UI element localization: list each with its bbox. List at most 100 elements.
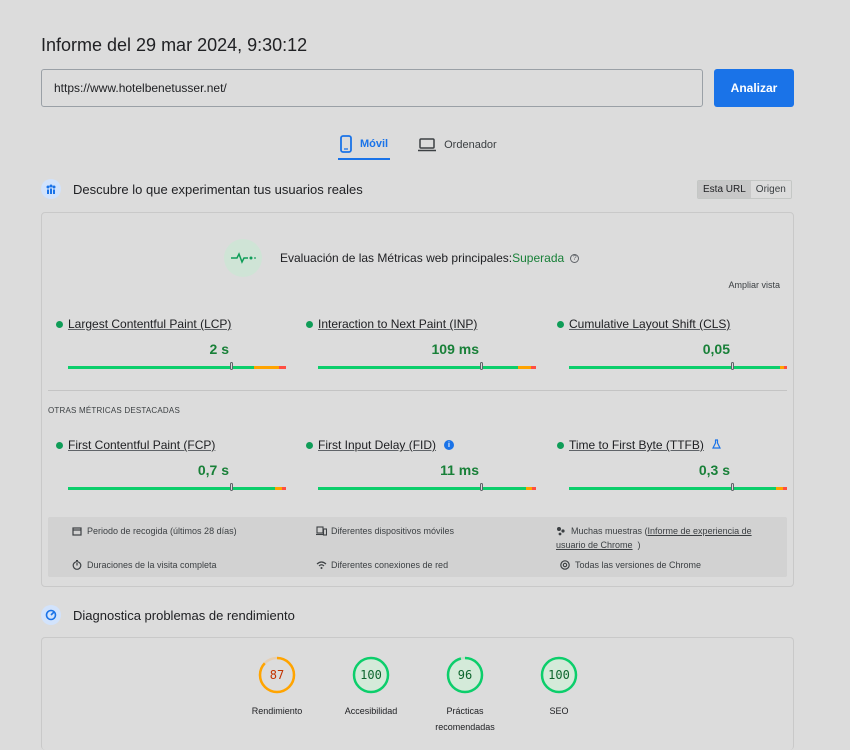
info-network-text: Diferentes conexiones de red [331,560,449,570]
samples-icon [556,526,566,536]
score-seo[interactable]: 100 SEO [514,656,604,719]
info-devices: Diferentes dispositivos móviles [316,524,454,538]
metric-inp-distribution-bar [318,362,536,370]
info-icon[interactable]: i [444,440,455,450]
score-accessibility-label: Accesibilidad [344,706,398,716]
crux-report-link[interactable]: Informe de experiencia de [648,526,752,536]
calendar-icon [72,526,82,536]
score-best-practices[interactable]: 96 Prácticas recomendadas [420,656,510,735]
tab-mobile-label: Móvil [360,138,389,150]
metric-cls-label[interactable]: Cumulative Layout Shift (CLS) [569,317,730,331]
device-tabs: Móvil Ordenador [338,130,499,160]
cwv-evaluation: Evaluación de las Métricas web principal… [224,239,580,277]
diagnose-card: 87 Rendimiento 100 Accesibilidad 96 Prác… [41,637,794,750]
metric-cls: Cumulative Layout Shift (CLS) 0,05 [557,317,787,370]
metric-ttfb: Time to First Byte (TTFB) 0,3 s [557,438,787,491]
metric-lcp-distribution-bar [68,362,286,370]
smartphone-icon [340,135,352,153]
metric-fid-label[interactable]: First Input Delay (FID) [318,438,436,452]
status-dot-good [306,441,313,449]
tab-desktop[interactable]: Ordenador [416,130,499,160]
crux-card: Evaluación de las Métricas web principal… [41,212,794,587]
score-seo-label: SEO [549,706,569,716]
chrome-icon [560,560,570,570]
real-users-heading: Descubre lo que experimentan tus usuario… [41,179,363,199]
status-dot-good [557,320,564,328]
info-samples-line2: usuario de Chrome) [556,538,641,552]
score-best-practices-value: 96 [457,668,473,682]
score-best-practices-label: Prácticas recomendadas [435,706,495,732]
metric-inp-label[interactable]: Interaction to Next Paint (INP) [318,317,477,331]
collection-info-box: Periodo de recogida (últimos 28 días) Di… [48,517,787,577]
metric-percentile-marker [731,483,734,491]
info-period: Periodo de recogida (últimos 28 días) [72,524,237,538]
tab-desktop-label: Ordenador [444,139,497,151]
wifi-icon [316,560,327,570]
score-performance-value: 87 [269,668,285,682]
gauge-icon [41,605,61,625]
info-network: Diferentes conexiones de red [316,558,448,572]
metric-percentile-marker [480,362,483,370]
info-duration: Duraciones de la visita completa [72,558,217,572]
status-dot-good [557,441,564,449]
metric-ttfb-distribution-bar [569,483,787,491]
info-samples: Muchas muestras (Informe de experiencia … [556,524,786,538]
metric-cls-value: 0,05 [702,341,730,357]
cwv-evaluation-text: Evaluación de las Métricas web principal… [280,251,580,265]
metric-percentile-marker [731,362,734,370]
laptop-icon [418,138,437,152]
analyze-button[interactable]: Analizar [714,69,794,107]
other-metrics-title: OTRAS MÉTRICAS DESTACADAS [48,406,180,415]
metric-fcp-distribution-bar [68,483,286,491]
info-period-text: Periodo de recogida (últimos 28 días) [87,526,237,536]
info-versions-text: Todas las versiones de Chrome [575,560,702,570]
info-samples-text: Muchas muestras (Informe de experiencia … [571,526,752,536]
toggle-origin[interactable]: Origen [750,181,791,198]
metric-inp-value: 109 ms [431,341,479,357]
divider [48,390,787,391]
url-input[interactable] [41,69,703,107]
flask-icon [711,438,721,452]
metric-fcp: First Contentful Paint (FCP) 0,7 s [56,438,286,491]
metric-fcp-value: 0,7 s [197,462,229,478]
report-title: Informe del 29 mar 2024, 9:30:12 [41,35,308,55]
url-origin-toggle: Esta URL Origen [697,180,792,199]
info-versions: Todas las versiones de Chrome [560,558,701,572]
metric-percentile-marker [230,483,233,491]
status-dot-good [56,441,63,449]
metric-ttfb-value: 0,3 s [698,462,730,478]
pulse-icon [224,239,262,277]
help-icon[interactable]: ? [570,254,580,264]
score-accessibility-value: 100 [360,668,382,682]
status-dot-good [306,320,313,328]
stopwatch-icon [72,560,82,570]
score-performance-label: Rendimiento [251,706,303,716]
metric-lcp: Largest Contentful Paint (LCP) 2 s [56,317,286,370]
tab-mobile[interactable]: Móvil [338,130,391,160]
metric-lcp-label[interactable]: Largest Contentful Paint (LCP) [68,317,231,331]
metric-lcp-value: 2 s [209,341,229,357]
metric-percentile-marker [230,362,233,370]
score-seo-value: 100 [548,668,570,682]
status-dot-good [56,320,63,328]
real-users-heading-text: Descubre lo que experimentan tus usuario… [73,181,363,197]
cwv-evaluation-result: Superada [512,251,565,265]
devices-icon [316,526,328,536]
crux-report-link-2[interactable]: usuario de Chrome [556,538,633,552]
metric-fid: First Input Delay (FID) i 11 ms [306,438,536,491]
metric-fid-distribution-bar [318,483,536,491]
metric-inp: Interaction to Next Paint (INP) 109 ms [306,317,536,370]
score-accessibility[interactable]: 100 Accesibilidad [326,656,416,719]
metric-ttfb-label[interactable]: Time to First Byte (TTFB) [569,438,704,452]
toggle-this-url[interactable]: Esta URL [698,181,751,198]
expand-view-link[interactable]: Ampliar vista [728,280,780,290]
users-icon [41,179,61,199]
metric-percentile-marker [480,483,483,491]
metric-fid-value: 11 ms [440,462,479,478]
diagnose-heading-text: Diagnostica problemas de rendimiento [73,607,295,623]
info-devices-text: Diferentes dispositivos móviles [331,526,455,536]
metric-fcp-label[interactable]: First Contentful Paint (FCP) [68,438,215,452]
score-performance[interactable]: 87 Rendimiento [232,656,322,719]
info-duration-text: Duraciones de la visita completa [87,560,217,570]
diagnose-heading: Diagnostica problemas de rendimiento [41,605,295,625]
